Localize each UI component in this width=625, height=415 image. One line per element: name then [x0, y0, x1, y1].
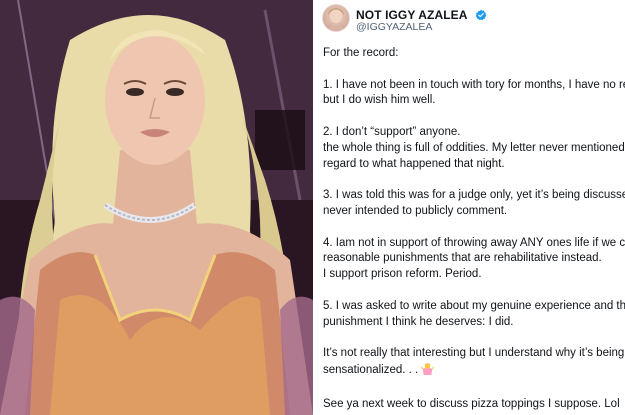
tweet-line: 3. I was told this was for a judge only,… — [323, 189, 625, 202]
tweet-line: It’s not really that interesting but I u… — [323, 347, 625, 360]
tweet-line: never intended to publicly comment. — [323, 204, 508, 217]
person-shrugging-emoji-icon — [421, 362, 435, 381]
tweet-line: punishment I think he deserves: I did. — [323, 315, 514, 328]
tweet-line: 2. I don’t “support” anyone. — [323, 125, 461, 138]
verified-badge-icon — [475, 8, 487, 26]
tweet-line: 4. Iam not in support of throwing away A… — [323, 236, 625, 249]
tweet-line: the whole thing is full of oddities. My … — [323, 141, 625, 154]
tweet-line: See ya next week to discuss pizza toppin… — [323, 397, 620, 410]
tweet-line: I support prison reform. Period. — [323, 268, 482, 281]
tweet-line: but I do wish him well. — [323, 94, 436, 107]
display-name[interactable]: NOT IGGY AZALEA — [356, 8, 468, 22]
user-handle[interactable]: @IGGYAZALEA — [356, 21, 432, 33]
tweet-line: regard to what happened that night. — [323, 157, 505, 170]
avatar-image-icon — [326, 8, 346, 31]
tweet-card: NOT IGGY AZALEA @IGGYAZALEA For the reco… — [316, 0, 625, 415]
performer-photo — [0, 0, 313, 415]
profile-avatar[interactable] — [322, 4, 350, 32]
tweet-line-text: sensationalized. . . — [323, 363, 419, 376]
photo-illustration — [0, 0, 313, 415]
tweet-line: 1. I have not been in touch with tory fo… — [323, 78, 625, 91]
tweet-line: 5. I was asked to write about my genuine… — [323, 299, 625, 312]
tweet-line-with-emoji: sensationalized. . . — [323, 362, 625, 381]
tweet-text: For the record: 1. I have not been in to… — [323, 46, 625, 412]
tweet-line: For the record: — [323, 47, 399, 59]
tweet-line: reasonable punishments that are rehabili… — [323, 252, 602, 265]
tweet-header: NOT IGGY AZALEA @IGGYAZALEA — [322, 4, 622, 34]
